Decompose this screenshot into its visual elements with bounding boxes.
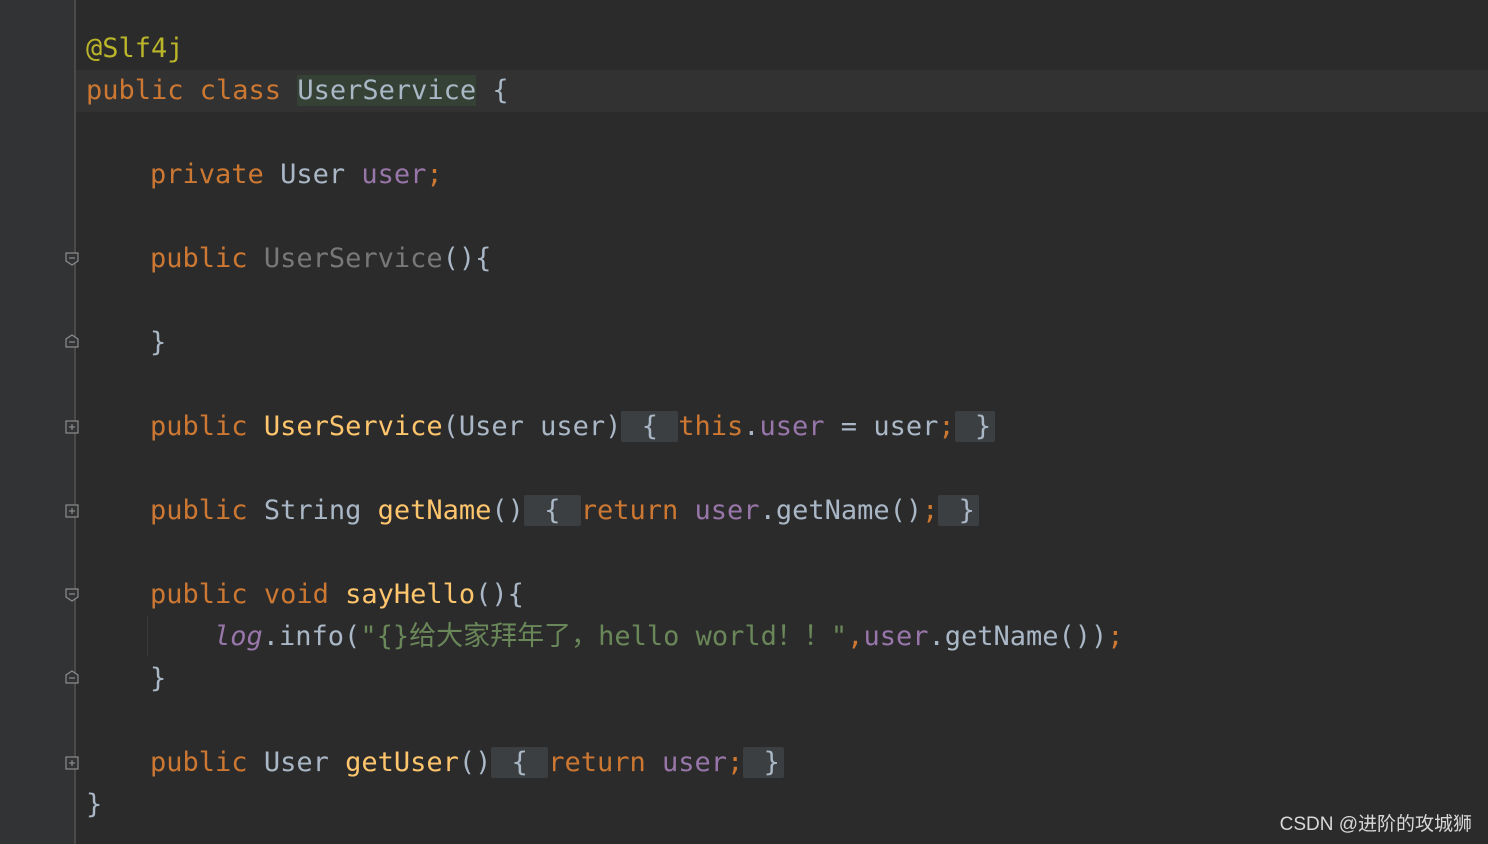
field-ref: user (863, 621, 929, 652)
return-type: String (263, 495, 362, 526)
folded-brace-open[interactable]: { (491, 747, 549, 778)
close-brace: } (150, 663, 167, 694)
return-type: User (263, 747, 329, 778)
field-modifier: private (150, 159, 264, 190)
ctor-name: UserService (263, 243, 443, 274)
field-ref: user (662, 747, 728, 778)
code-line-log[interactable]: log.info("{}给大家拜年了，hello world！！",user.g… (214, 616, 1124, 658)
fold-collapse-icon[interactable] (65, 588, 79, 602)
code-line-class-declaration[interactable]: public class UserService { (86, 70, 509, 112)
string-literal: "{}给大家拜年了，hello world！！" (360, 621, 848, 652)
code-line-class-close[interactable]: } (86, 784, 102, 826)
fold-collapse-icon[interactable] (65, 252, 79, 266)
field-name: user (361, 159, 427, 190)
return-keyword: return (580, 495, 679, 526)
folded-brace-close[interactable]: } (954, 411, 996, 442)
class-keywords: public class (86, 75, 298, 106)
logger-ref: log (214, 621, 263, 652)
indent-guide (147, 616, 148, 656)
ctor-params: (User user) (442, 411, 622, 442)
code-line-sayhello[interactable]: public void sayHello(){ (150, 574, 524, 616)
method-call: .getName() (759, 495, 923, 526)
field-type: User (280, 159, 346, 190)
code-line-annotation[interactable]: @Slf4j (86, 28, 184, 70)
method-name: getName (377, 495, 492, 526)
folded-brace-open[interactable]: { (523, 495, 581, 526)
folded-brace-open[interactable]: { (621, 411, 679, 442)
fold-expand-icon[interactable] (65, 504, 79, 518)
code-editor[interactable]: @Slf4j public class UserService { privat… (0, 0, 1488, 844)
dot: . (743, 411, 760, 442)
fold-expand-icon[interactable] (65, 756, 79, 770)
code-line-close-brace[interactable]: } (150, 658, 166, 700)
close-brace: } (150, 327, 167, 358)
comma: , (847, 621, 864, 652)
method-parens: () (458, 747, 492, 778)
method-modifier: public (150, 495, 248, 526)
ctor-rest: (){ (442, 243, 492, 274)
watermark: CSDN @进阶的攻城狮 (1279, 814, 1472, 835)
semicolon: ; (727, 747, 744, 778)
code-line-constructor-empty[interactable]: public UserService(){ (150, 238, 491, 280)
ctor-modifier: public (150, 243, 248, 274)
this-keyword: this (678, 411, 744, 442)
code-line-constructor-param[interactable]: public UserService(User user) { this.use… (150, 406, 996, 448)
class-open-brace: { (476, 75, 509, 106)
method-call: .getName()) (928, 621, 1108, 652)
method-name: sayHello (345, 579, 476, 610)
code-line-getname[interactable]: public String getName() { return user.ge… (150, 490, 979, 532)
class-close-brace: } (86, 789, 103, 820)
semicolon: ; (1107, 621, 1124, 652)
fold-end-icon[interactable] (65, 334, 79, 348)
fold-end-icon[interactable] (65, 670, 79, 684)
field-ref: user (759, 411, 825, 442)
method-parens: () (491, 495, 524, 526)
folded-brace-close[interactable]: } (743, 747, 784, 778)
method-rest: (){ (475, 579, 524, 610)
method-modifier: public (150, 579, 248, 610)
assign-expr: = user (824, 411, 939, 442)
folded-brace-close[interactable]: } (938, 495, 979, 526)
semicolon: ; (922, 495, 939, 526)
class-name: UserService (297, 75, 477, 106)
log-call: .info( (262, 621, 361, 652)
fold-expand-icon[interactable] (65, 420, 79, 434)
semicolon: ; (938, 411, 955, 442)
ctor-name: UserService (263, 411, 443, 442)
semicolon: ; (426, 159, 443, 190)
code-line-field[interactable]: private User user; (150, 154, 443, 196)
code-line-close-brace[interactable]: } (150, 322, 166, 364)
method-modifier: public (150, 747, 248, 778)
method-name: getUser (345, 747, 459, 778)
field-ref: user (694, 495, 760, 526)
return-keyword: return (548, 747, 646, 778)
annotation: @Slf4j (86, 33, 184, 64)
code-line-getuser[interactable]: public User getUser() { return user; } (150, 742, 784, 784)
return-type: void (263, 579, 329, 610)
ctor-modifier: public (150, 411, 248, 442)
